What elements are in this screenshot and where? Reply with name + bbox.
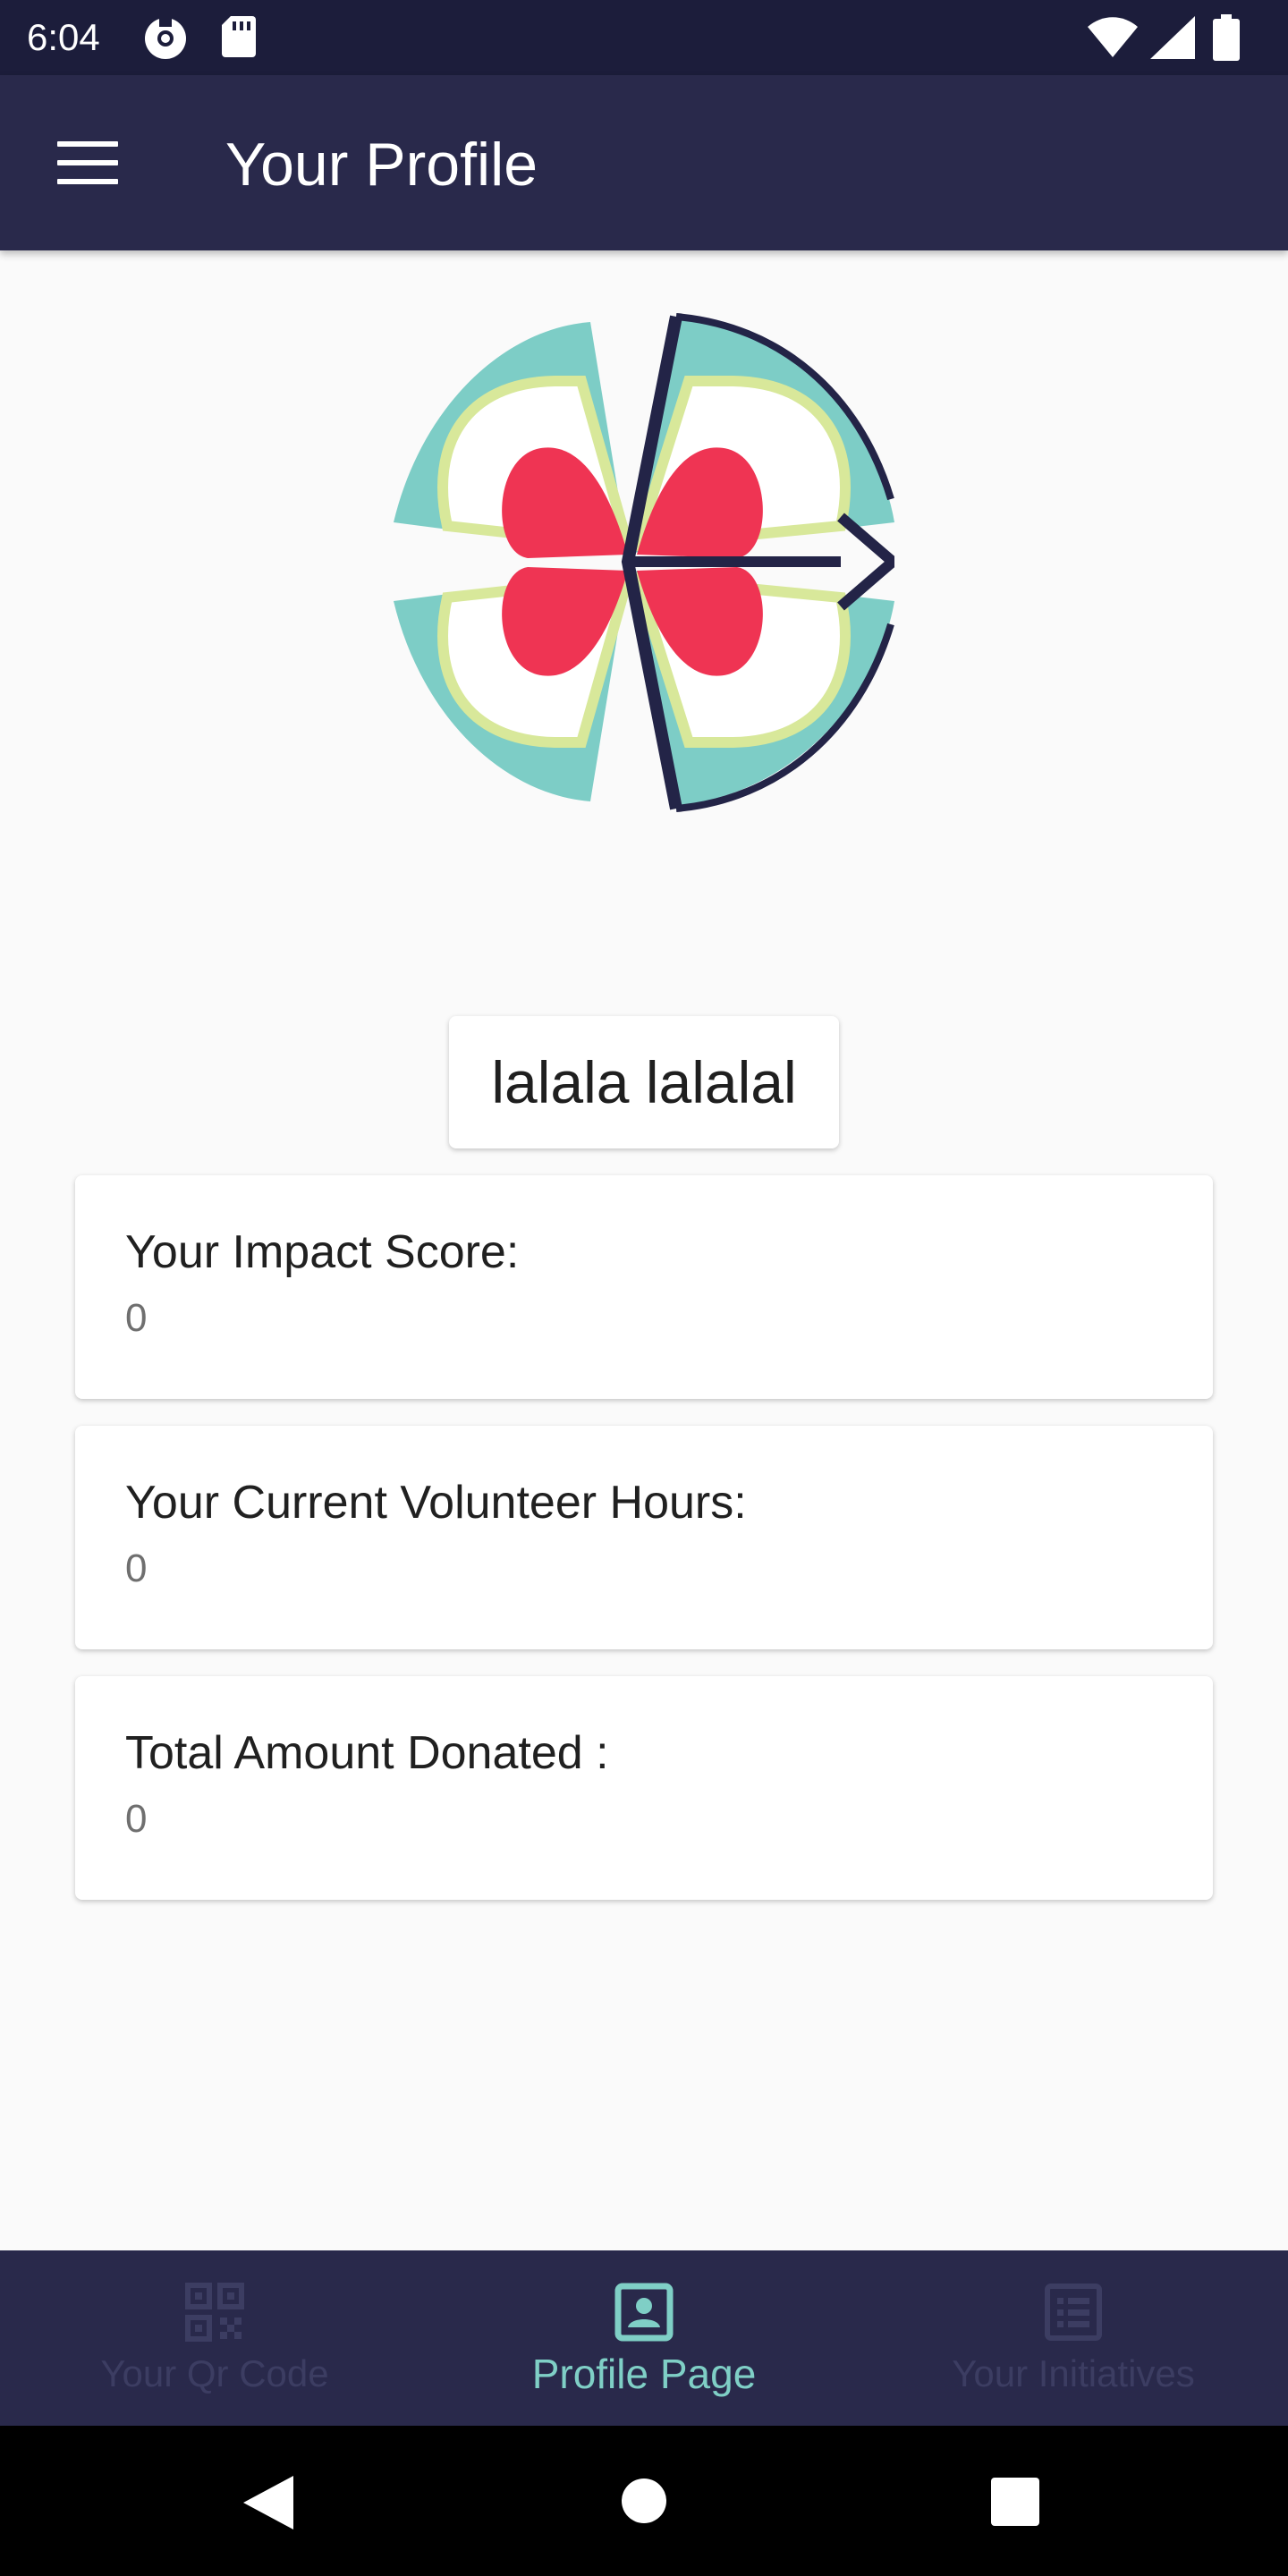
system-navigation-bar <box>0 2426 1288 2576</box>
qr-code-icon <box>185 2283 244 2346</box>
nav-label-initiatives: Your Initiatives <box>952 2352 1195 2394</box>
profile-name: lalala lalalal <box>449 1016 839 1148</box>
hamburger-menu-icon[interactable] <box>50 132 125 193</box>
nav-item-initiatives[interactable]: Your Initiatives <box>859 2250 1288 2426</box>
back-icon[interactable] <box>243 2476 293 2534</box>
status-time: 6:04 <box>27 16 100 58</box>
volunteer-hours-label: Your Current Volunteer Hours: <box>125 1477 747 1529</box>
nav-item-profile-page[interactable]: Profile Page <box>429 2250 859 2426</box>
sd-card-icon <box>222 16 256 62</box>
amount-donated-label: Total Amount Donated : <box>125 1727 609 1779</box>
ubuntu-icon <box>143 16 188 65</box>
recents-icon[interactable] <box>991 2478 1039 2530</box>
impact-score-label: Your Impact Score: <box>125 1226 520 1278</box>
nav-label-qr-code: Your Qr Code <box>100 2352 329 2394</box>
impact-score-card: Your Impact Score: 0 <box>75 1175 1213 1399</box>
status-right-icons <box>1088 14 1267 61</box>
volunteer-hours-value: 0 <box>125 1546 148 1590</box>
flower-logo-icon <box>394 311 902 812</box>
wifi-icon <box>1088 14 1138 64</box>
amount-donated-value: 0 <box>125 1797 148 1841</box>
app-bar: Your Profile <box>0 75 1288 250</box>
nav-item-qr-code[interactable]: Your Qr Code <box>0 2250 429 2426</box>
list-icon <box>1044 2283 1103 2346</box>
bottom-navigation: Your Qr Code Profile Page Your Initiativ… <box>0 2250 1288 2426</box>
battery-icon <box>1213 14 1240 65</box>
profile-card-icon <box>614 2283 674 2346</box>
status-bar: 6:04 <box>0 0 1288 75</box>
page-title: Your Profile <box>225 131 538 199</box>
signal-icon <box>1150 16 1195 64</box>
impact-score-value: 0 <box>125 1296 148 1340</box>
volunteer-hours-card: Your Current Volunteer Hours: 0 <box>75 1426 1213 1649</box>
home-icon[interactable] <box>621 2478 667 2529</box>
amount-donated-card: Total Amount Donated : 0 <box>75 1676 1213 1900</box>
nav-label-profile-page: Profile Page <box>531 2351 757 2397</box>
